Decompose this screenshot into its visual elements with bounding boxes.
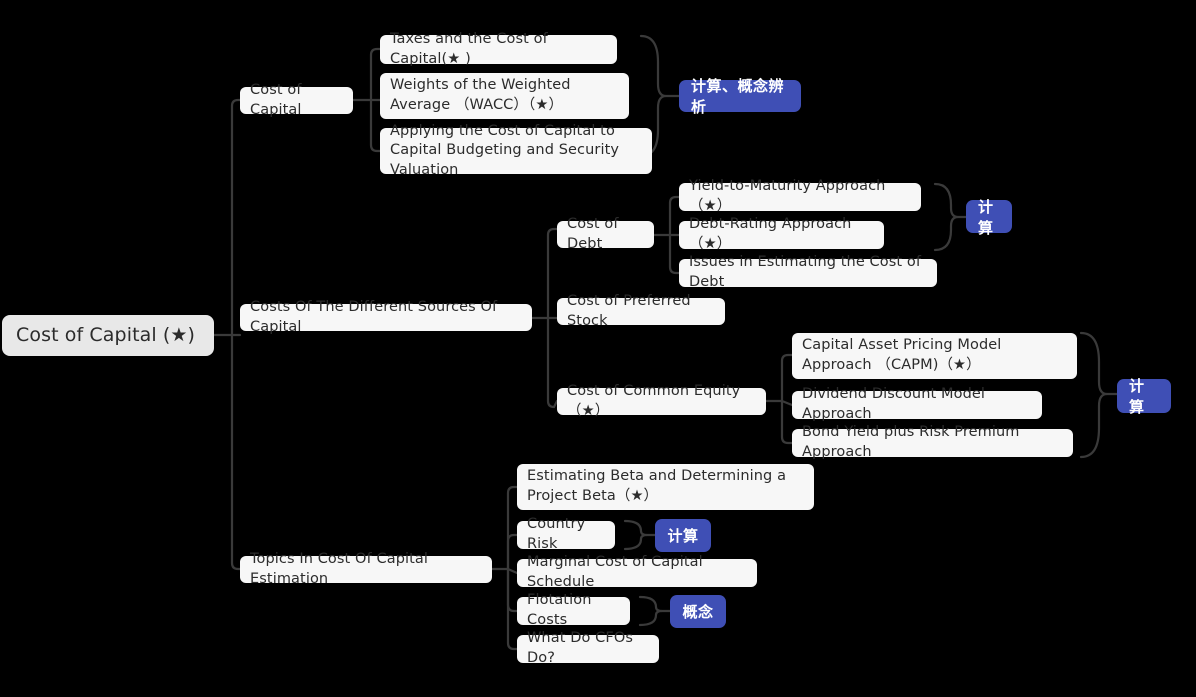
badge-calculation-equity[interactable]: 计算 (1117, 377, 1171, 416)
node-flotation-costs[interactable]: Flotation Costs (517, 592, 630, 628)
link-b2c3-c (780, 399, 794, 445)
mindmap-canvas: Cost of Capital (★) Cost of Capital Taxe… (0, 0, 1196, 697)
link-b3-c1 (506, 485, 519, 571)
link-b1-c1 (369, 47, 382, 102)
link-b2c3-a (780, 353, 794, 403)
node-bond-yield-risk-premium[interactable]: Bond Yield plus Risk Premium Approach (792, 424, 1073, 460)
node-cost-of-common-equity[interactable]: Cost of Common Equity（★） (557, 383, 766, 419)
node-cost-of-debt[interactable]: Cost of Debt (557, 216, 654, 252)
node-weights-of-wacc[interactable]: Weights of the Weighted Average （WACC）（★… (380, 73, 629, 119)
badge-calculation-country-risk[interactable]: 计算 (655, 519, 711, 552)
bracket-b3c4 (638, 595, 663, 627)
node-marginal-cost-schedule[interactable]: Marginal Cost of Capital Schedule (517, 554, 757, 590)
badge-calculation-debt[interactable]: 计算 (966, 198, 1012, 237)
node-capm-approach[interactable]: Capital Asset Pricing Model Approach （CA… (792, 333, 1077, 379)
link-root-b1 (230, 98, 242, 337)
bracket-b2c1 (933, 182, 959, 252)
link-b3-c2 (506, 533, 519, 571)
node-debt-rating-approach[interactable]: Debt-Rating Approach （★） (679, 216, 884, 252)
link-b2c1-c (668, 233, 681, 275)
branch-node-topics-in-cost-estimation[interactable]: Topics In Cost Of Capital Estimation (240, 551, 492, 587)
node-country-risk[interactable]: Country Risk (517, 516, 615, 552)
node-yield-to-maturity-approach[interactable]: Yield-to-Maturity Approach （★） (679, 178, 921, 214)
link-b3-c3 (506, 567, 519, 575)
node-dividend-discount-model[interactable]: Dividend Discount Model Approach (792, 386, 1042, 422)
link-b2-c1 (546, 227, 559, 320)
node-applying-cost-of-capital[interactable]: Applying the Cost of Capital to Capital … (380, 123, 652, 178)
link-b3-c4 (506, 567, 519, 613)
link-b2-c3 (546, 316, 559, 409)
link-root-b3 (230, 333, 242, 571)
node-issues-estimating-cost-of-debt[interactable]: Issues in Estimating the Cost of Debt (679, 254, 937, 290)
link-b2c1-a (668, 195, 681, 237)
branch-node-cost-of-capital[interactable]: Cost of Capital (240, 82, 353, 118)
badge-calculation-concept[interactable]: 计算、概念辨析 (679, 77, 801, 116)
root-node[interactable]: Cost of Capital (★) (2, 315, 214, 356)
branch-node-costs-of-different-sources[interactable]: Costs Of The Different Sources Of Capita… (240, 299, 532, 335)
link-b2c3-b (780, 399, 794, 407)
bracket-b2c3 (1079, 331, 1108, 459)
bracket-b3c2 (623, 519, 648, 551)
node-cost-of-preferred-stock[interactable]: Cost of Preferred Stock (557, 293, 725, 329)
badge-concept-flotation[interactable]: 概念 (670, 595, 726, 628)
node-what-do-cfos-do[interactable]: What Do CFOs Do? (517, 630, 659, 666)
node-estimating-beta[interactable]: Estimating Beta and Determining a Projec… (517, 464, 814, 510)
node-taxes-and-cost-of-capital[interactable]: Taxes and the Cost of Capital(★ ) (380, 31, 617, 67)
link-b3-c5 (506, 567, 519, 651)
link-b1-c3 (369, 98, 382, 153)
